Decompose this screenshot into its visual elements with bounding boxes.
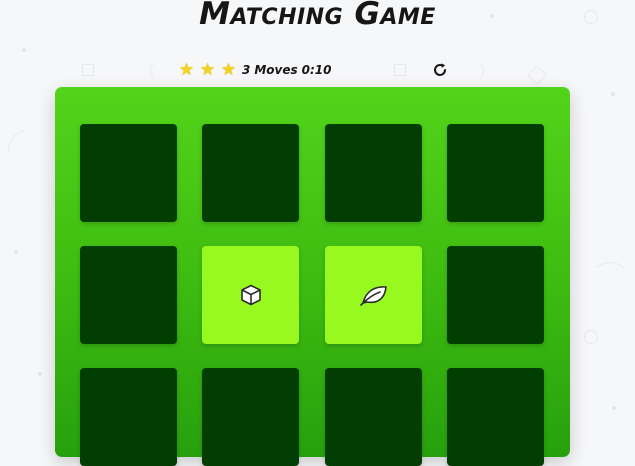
- moves-count: 3: [242, 63, 251, 77]
- background-dot-decoration: [38, 372, 42, 376]
- background-square-decoration: [527, 65, 547, 85]
- background-arc-decoration: [462, 60, 484, 82]
- background-dot-decoration: [22, 48, 26, 52]
- background-circle-decoration: [584, 330, 598, 344]
- card-open[interactable]: [325, 246, 422, 344]
- background-square-decoration: [82, 64, 94, 76]
- background-dot-decoration: [14, 250, 18, 254]
- card[interactable]: [447, 368, 544, 466]
- background-dot-decoration: [612, 406, 616, 410]
- background-dot-decoration: [611, 92, 615, 96]
- moves-label: Moves: [254, 63, 298, 77]
- background-arc-decoration: [0, 122, 56, 178]
- timer: 0:10: [301, 63, 332, 77]
- star-icon: ★: [199, 60, 216, 80]
- card[interactable]: [202, 124, 299, 222]
- game-title: Matching Game: [199, 0, 436, 32]
- star-rating: ★ ★ ★: [176, 59, 239, 81]
- refresh-icon: [434, 63, 446, 76]
- background-arc-decoration: [150, 60, 172, 82]
- moves-and-timer: 3 Moves 0:10: [242, 59, 336, 81]
- card[interactable]: [80, 246, 177, 344]
- card[interactable]: [447, 124, 544, 222]
- card[interactable]: [202, 368, 299, 466]
- star-icon: ★: [220, 60, 237, 80]
- leaf-icon: [359, 286, 387, 306]
- card[interactable]: [80, 124, 177, 222]
- card-deck: [55, 87, 570, 466]
- cube-icon: [240, 284, 261, 306]
- star-icon: ★: [178, 60, 195, 80]
- card[interactable]: [325, 124, 422, 222]
- restart-button[interactable]: [429, 59, 451, 81]
- score-panel: ★ ★ ★ 3 Moves 0:10: [176, 59, 456, 81]
- card[interactable]: [80, 368, 177, 466]
- background-arc-decoration: [590, 262, 630, 302]
- card[interactable]: [447, 246, 544, 344]
- card-open[interactable]: [202, 246, 299, 344]
- card[interactable]: [325, 368, 422, 466]
